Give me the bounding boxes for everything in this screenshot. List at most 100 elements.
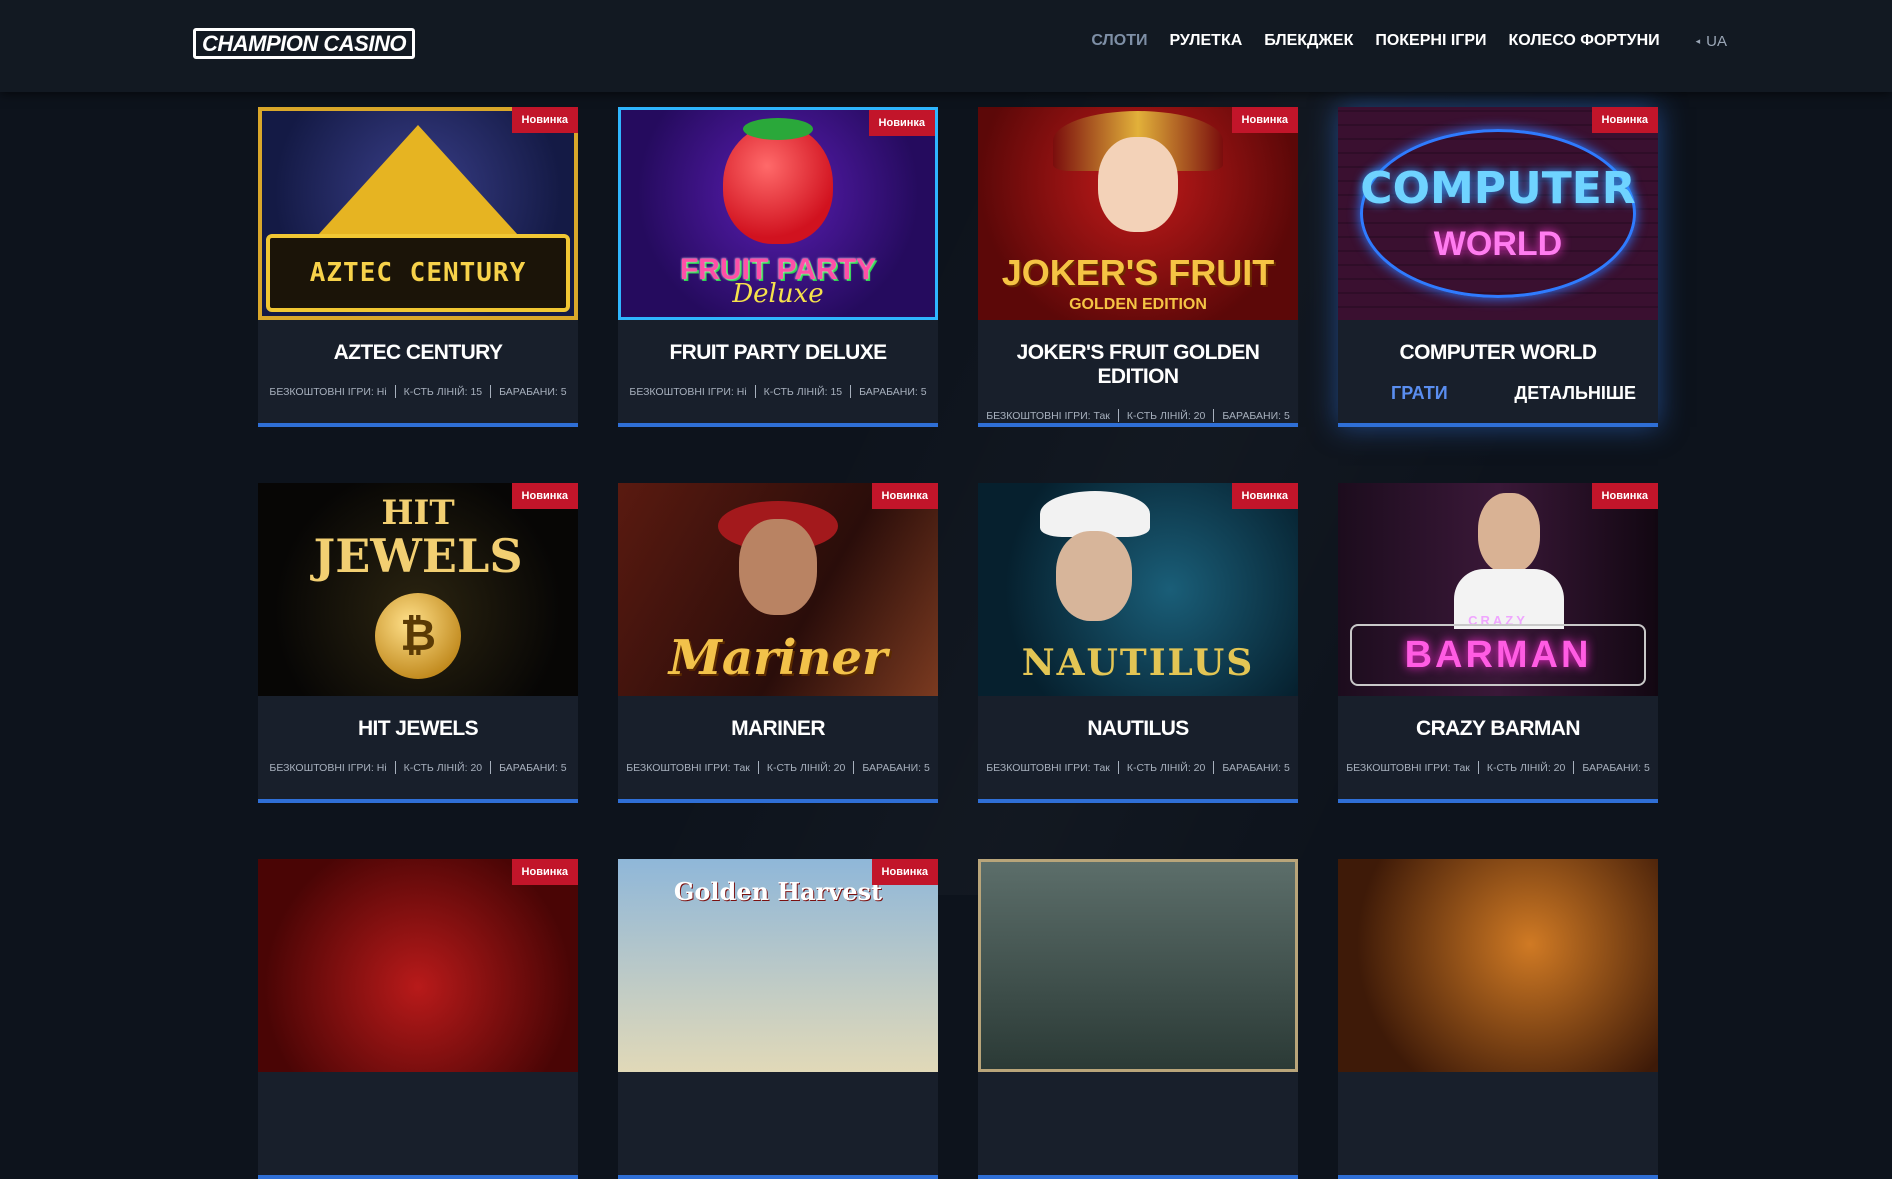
nav-item-blackjack[interactable]: БЛЕКДЖЕК: [1264, 32, 1353, 50]
game-thumbnail[interactable]: AZTEC CENTURY Новинка: [258, 107, 578, 320]
bitcoin-coin-icon: ₿: [375, 593, 461, 679]
free-games-label: БЕЗКОШТОВНІ ІГРИ:: [629, 385, 734, 398]
game-card-fruit-party-deluxe[interactable]: FRUIT PARTY Deluxe Новинка FRUIT PARTY D…: [618, 107, 938, 427]
language-selector[interactable]: ◂ UA: [1696, 33, 1727, 50]
game-thumbnail[interactable]: [978, 859, 1298, 1072]
lines-label: К-СТЬ ЛІНІЙ:: [1126, 761, 1191, 774]
game-card-row3-4[interactable]: [1338, 859, 1658, 1179]
reels-label: БАРАБАНИ:: [499, 761, 558, 774]
caret-left-icon: ◂: [1695, 35, 1701, 46]
game-meta: БЕЗКОШТОВНІ ІГРИ: Ні К-СТЬ ЛІНІЙ: 15 БАР…: [258, 385, 578, 398]
game-thumbnail[interactable]: JOKER'S FRUIT GOLDEN EDITION Новинка: [978, 107, 1298, 320]
card-actions: ГРАТИ ДЕТАЛЬНІШЕ: [1338, 383, 1658, 404]
divider: [490, 385, 492, 398]
new-badge: Новинка: [511, 107, 578, 133]
free-games-label: БЕЗКОШТОВНІ ІГРИ:: [1346, 761, 1451, 774]
reels-label: БАРАБАНИ:: [499, 385, 558, 398]
nav-item-slots[interactable]: СЛОТИ: [1091, 32, 1147, 50]
game-card-golden-harvest[interactable]: Golden Harvest Новинка: [618, 859, 938, 1179]
game-thumbnail[interactable]: HIT JEWELS ₿ Новинка: [258, 483, 578, 696]
lines-value: 20: [1193, 761, 1206, 774]
game-card-row3-3[interactable]: [978, 859, 1298, 1179]
play-button[interactable]: ГРАТИ: [1391, 383, 1448, 404]
nav-item-wheel-of-fortune[interactable]: КОЛЕСО ФОРТУНИ: [1509, 32, 1660, 50]
game-thumbnail[interactable]: Mariner Новинка: [618, 483, 938, 696]
thumbnail-art-subtext: GOLDEN EDITION: [1069, 296, 1207, 313]
champion-casino-logo[interactable]: CHAMPION CASINO: [193, 27, 415, 59]
pyramid-art: [318, 125, 518, 235]
game-thumbnail[interactable]: COMPUTER WORLD Новинка: [1338, 107, 1658, 320]
game-title: JOKER'S FRUIT GOLDEN EDITION: [1016, 341, 1260, 388]
lines-value: 20: [1193, 409, 1206, 422]
joker-face-art: [1098, 137, 1178, 232]
details-button[interactable]: ДЕТАЛЬНІШЕ: [1514, 383, 1636, 404]
game-card-nautilus[interactable]: NAUTILUS Новинка NAUTILUS БЕЗКОШТОВНІ ІГ…: [978, 483, 1298, 803]
language-code: UA: [1706, 32, 1727, 50]
divider: [757, 761, 759, 774]
game-meta: БЕЗКОШТОВНІ ІГРИ: Так К-СТЬ ЛІНІЙ: 20 БА…: [618, 761, 938, 774]
free-games-value: Ні: [376, 385, 387, 398]
lines-label: К-СТЬ ЛІНІЙ:: [403, 385, 468, 398]
free-games-label: БЕЗКОШТОВНІ ІГРИ:: [986, 761, 1091, 774]
lines-value: 20: [470, 761, 483, 774]
divider: [850, 385, 852, 398]
reels-value: 5: [920, 385, 927, 398]
mariner-face-art: [739, 519, 817, 615]
main-nav: СЛОТИ РУЛЕТКА БЛЕКДЖЕК ПОКЕРНІ ІГРИ КОЛЕ…: [1091, 32, 1727, 50]
game-card-jokers-fruit[interactable]: JOKER'S FRUIT GOLDEN EDITION Новинка JOK…: [978, 107, 1298, 427]
nav-item-poker[interactable]: ПОКЕРНІ ІГРИ: [1375, 32, 1486, 50]
new-badge: Новинка: [511, 859, 578, 885]
thumbnail-art-text: JOKER'S FRUIT: [1001, 252, 1275, 293]
thumbnail-art-text: BARMAN: [1350, 624, 1646, 686]
game-title: COMPUTER WORLD: [1399, 341, 1598, 364]
thumbnail-art-text: NAUTILUS: [1021, 642, 1255, 684]
new-badge: Новинка: [511, 483, 578, 509]
free-games-label: БЕЗКОШТОВНІ ІГРИ:: [269, 761, 374, 774]
game-title: FRUIT PARTY DELUXE: [669, 341, 887, 364]
nav-item-roulette[interactable]: РУЛЕТКА: [1169, 32, 1242, 50]
thumbnail-art-subtext: WORLD: [1433, 225, 1563, 263]
reels-label: БАРАБАНИ:: [862, 761, 922, 774]
game-thumbnail[interactable]: FRUIT PARTY Deluxe Новинка: [618, 107, 938, 320]
thumbnail-art-text: COMPUTER: [1360, 163, 1636, 214]
new-badge: Новинка: [1231, 483, 1298, 509]
free-games-value: Ні: [376, 761, 387, 774]
game-thumbnail[interactable]: Новинка: [258, 859, 578, 1072]
divider: [1573, 761, 1575, 774]
game-title: AZTEC CENTURY: [333, 341, 503, 364]
new-badge: Новинка: [1591, 107, 1658, 133]
lines-value: 15: [830, 385, 843, 398]
free-games-value: Так: [1453, 761, 1470, 774]
game-card-crazy-barman[interactable]: CRAZY BARMAN Новинка CRAZY BARMAN БЕЗКОШ…: [1338, 483, 1658, 803]
game-card-aztec-century[interactable]: AZTEC CENTURY Новинка AZTEC CENTURY БЕЗК…: [258, 107, 578, 427]
lines-label: К-СТЬ ЛІНІЙ:: [766, 761, 831, 774]
game-card-row3-1[interactable]: Новинка: [258, 859, 578, 1179]
free-games-value: Так: [1093, 761, 1110, 774]
new-badge: Новинка: [871, 483, 938, 509]
strawberry-art: [723, 124, 833, 244]
divider: [1213, 761, 1215, 774]
new-badge: Новинка: [868, 110, 935, 136]
reels-label: БАРАБАНИ:: [859, 385, 918, 398]
free-games-value: Так: [733, 761, 750, 774]
game-card-mariner[interactable]: Mariner Новинка MARINER БЕЗКОШТОВНІ ІГРИ…: [618, 483, 938, 803]
reels-label: БАРАБАНИ:: [1222, 409, 1282, 422]
game-card-computer-world[interactable]: COMPUTER WORLD Новинка COMPUTER WORLD ГР…: [1338, 107, 1658, 427]
reels-value: 5: [1283, 761, 1290, 774]
reels-value: 5: [1643, 761, 1650, 774]
game-meta: БЕЗКОШТОВНІ ІГРИ: Так К-СТЬ ЛІНІЙ: 20 БА…: [1338, 761, 1658, 774]
reels-value: 5: [560, 385, 567, 398]
game-thumbnail[interactable]: NAUTILUS Новинка: [978, 483, 1298, 696]
game-thumbnail[interactable]: CRAZY BARMAN Новинка: [1338, 483, 1658, 696]
new-badge: Новинка: [1231, 107, 1298, 133]
thumbnail-art-text: AZTEC CENTURY: [266, 234, 570, 312]
divider: [394, 761, 396, 774]
game-card-hit-jewels[interactable]: HIT JEWELS ₿ Новинка HIT JEWELS БЕЗКОШТО…: [258, 483, 578, 803]
divider: [1477, 761, 1479, 774]
divider: [394, 385, 396, 398]
leaf-art: [743, 118, 813, 140]
game-thumbnail[interactable]: [1338, 859, 1658, 1072]
game-thumbnail[interactable]: Golden Harvest Новинка: [618, 859, 938, 1072]
game-title: NAUTILUS: [1087, 717, 1189, 740]
reels-value: 5: [923, 761, 930, 774]
